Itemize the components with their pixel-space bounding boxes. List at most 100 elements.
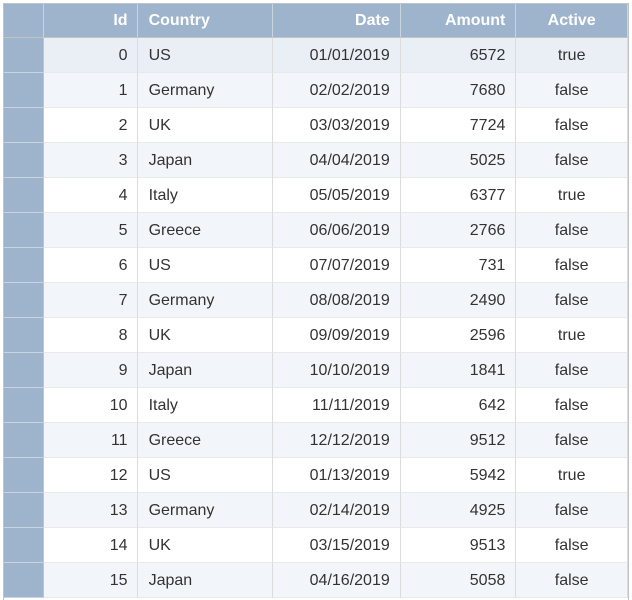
table-row[interactable]: 3 Japan 04/04/2019 5025 false xyxy=(4,143,628,178)
cell-date[interactable]: 06/06/2019 xyxy=(273,213,401,248)
cell-amount[interactable]: 6377 xyxy=(400,178,517,213)
cell-date[interactable]: 12/12/2019 xyxy=(273,423,401,458)
cell-date[interactable]: 04/16/2019 xyxy=(273,563,401,598)
cell-active[interactable]: true xyxy=(516,458,628,493)
cell-amount[interactable]: 2766 xyxy=(400,213,517,248)
cell-id[interactable]: 6 xyxy=(43,248,138,283)
cell-country[interactable]: Greece xyxy=(137,213,274,248)
cell-active[interactable]: false xyxy=(516,353,628,388)
cell-id[interactable]: 12 xyxy=(43,458,138,493)
cell-id[interactable]: 10 xyxy=(43,388,138,423)
cell-id[interactable]: 11 xyxy=(43,423,138,458)
cell-amount[interactable]: 5942 xyxy=(400,458,517,493)
cell-active[interactable]: false xyxy=(516,563,628,598)
table-row[interactable]: 0 US 01/01/2019 6572 true xyxy=(4,38,628,73)
row-header-cell[interactable] xyxy=(4,423,44,458)
cell-active[interactable]: true xyxy=(516,38,628,73)
column-header-country[interactable]: Country xyxy=(137,4,274,38)
cell-date[interactable]: 03/15/2019 xyxy=(273,528,401,563)
table-row[interactable]: 5 Greece 06/06/2019 2766 false xyxy=(4,213,628,248)
column-header-active[interactable]: Active xyxy=(516,4,628,38)
cell-date[interactable]: 11/11/2019 xyxy=(273,388,401,423)
cell-active[interactable]: false xyxy=(516,108,628,143)
cell-amount[interactable]: 642 xyxy=(400,388,517,423)
table-row[interactable]: 7 Germany 08/08/2019 2490 false xyxy=(4,283,628,318)
cell-active[interactable]: false xyxy=(516,493,628,528)
cell-country[interactable]: Italy xyxy=(137,178,274,213)
cell-country[interactable]: Germany xyxy=(137,283,274,318)
cell-active[interactable]: false xyxy=(516,213,628,248)
cell-id[interactable]: 0 xyxy=(43,38,138,73)
cell-active[interactable]: false xyxy=(516,283,628,318)
cell-active[interactable]: false xyxy=(516,528,628,563)
row-header-cell[interactable] xyxy=(4,318,44,353)
cell-amount[interactable]: 9512 xyxy=(400,423,517,458)
cell-amount[interactable]: 2490 xyxy=(400,283,517,318)
cell-country[interactable]: UK xyxy=(137,528,274,563)
cell-amount[interactable]: 5058 xyxy=(400,563,517,598)
table-row[interactable]: 10 Italy 11/11/2019 642 false xyxy=(4,388,628,423)
cell-id[interactable]: 2 xyxy=(43,108,138,143)
cell-active[interactable]: true xyxy=(516,318,628,353)
table-row[interactable]: 13 Germany 02/14/2019 4925 false xyxy=(4,493,628,528)
cell-id[interactable]: 13 xyxy=(43,493,138,528)
cell-id[interactable]: 8 xyxy=(43,318,138,353)
cell-amount[interactable]: 4925 xyxy=(400,493,517,528)
cell-country[interactable]: UK xyxy=(137,108,274,143)
cell-date[interactable]: 01/13/2019 xyxy=(273,458,401,493)
cell-id[interactable]: 1 xyxy=(43,73,138,108)
row-header-cell[interactable] xyxy=(4,38,44,73)
cell-country[interactable]: Japan xyxy=(137,143,274,178)
cell-active[interactable]: false xyxy=(516,143,628,178)
column-header-id[interactable]: Id xyxy=(43,4,138,38)
row-header-cell[interactable] xyxy=(4,493,44,528)
column-header-date[interactable]: Date xyxy=(273,4,401,38)
cell-date[interactable]: 05/05/2019 xyxy=(273,178,401,213)
cell-amount[interactable]: 7724 xyxy=(400,108,517,143)
row-header-cell[interactable] xyxy=(4,283,44,318)
cell-active[interactable]: false xyxy=(516,73,628,108)
row-header-cell[interactable] xyxy=(4,353,44,388)
cell-amount[interactable]: 731 xyxy=(400,248,517,283)
cell-id[interactable]: 4 xyxy=(43,178,138,213)
row-header-cell[interactable] xyxy=(4,248,44,283)
table-row[interactable]: 12 US 01/13/2019 5942 true xyxy=(4,458,628,493)
cell-date[interactable]: 02/02/2019 xyxy=(273,73,401,108)
cell-id[interactable]: 9 xyxy=(43,353,138,388)
cell-date[interactable]: 04/04/2019 xyxy=(273,143,401,178)
cell-date[interactable]: 01/01/2019 xyxy=(273,38,401,73)
table-row[interactable]: 4 Italy 05/05/2019 6377 true xyxy=(4,178,628,213)
table-row[interactable]: 1 Germany 02/02/2019 7680 false xyxy=(4,73,628,108)
cell-date[interactable]: 02/14/2019 xyxy=(273,493,401,528)
cell-date[interactable]: 09/09/2019 xyxy=(273,318,401,353)
cell-country[interactable]: Germany xyxy=(137,73,274,108)
cell-country[interactable]: Italy xyxy=(137,388,274,423)
row-header-cell[interactable] xyxy=(4,458,44,493)
table-row[interactable]: 9 Japan 10/10/2019 1841 false xyxy=(4,353,628,388)
cell-id[interactable]: 15 xyxy=(43,563,138,598)
cell-country[interactable]: US xyxy=(137,38,274,73)
cell-amount[interactable]: 9513 xyxy=(400,528,517,563)
table-row[interactable]: 2 UK 03/03/2019 7724 false xyxy=(4,108,628,143)
row-header-cell[interactable] xyxy=(4,213,44,248)
cell-date[interactable]: 03/03/2019 xyxy=(273,108,401,143)
table-row[interactable]: 6 US 07/07/2019 731 false xyxy=(4,248,628,283)
cell-country[interactable]: US xyxy=(137,458,274,493)
cell-active[interactable]: true xyxy=(516,178,628,213)
cell-active[interactable]: false xyxy=(516,388,628,423)
cell-amount[interactable]: 5025 xyxy=(400,143,517,178)
cell-country[interactable]: Japan xyxy=(137,353,274,388)
cell-active[interactable]: false xyxy=(516,423,628,458)
row-header-cell[interactable] xyxy=(4,143,44,178)
cell-active[interactable]: false xyxy=(516,248,628,283)
row-header-cell[interactable] xyxy=(4,388,44,423)
cell-id[interactable]: 7 xyxy=(43,283,138,318)
row-header-cell[interactable] xyxy=(4,73,44,108)
row-header-cell[interactable] xyxy=(4,563,44,598)
cell-country[interactable]: UK xyxy=(137,318,274,353)
cell-country[interactable]: US xyxy=(137,248,274,283)
cell-amount[interactable]: 6572 xyxy=(400,38,517,73)
cell-date[interactable]: 07/07/2019 xyxy=(273,248,401,283)
table-row[interactable]: 8 UK 09/09/2019 2596 true xyxy=(4,318,628,353)
cell-date[interactable]: 08/08/2019 xyxy=(273,283,401,318)
